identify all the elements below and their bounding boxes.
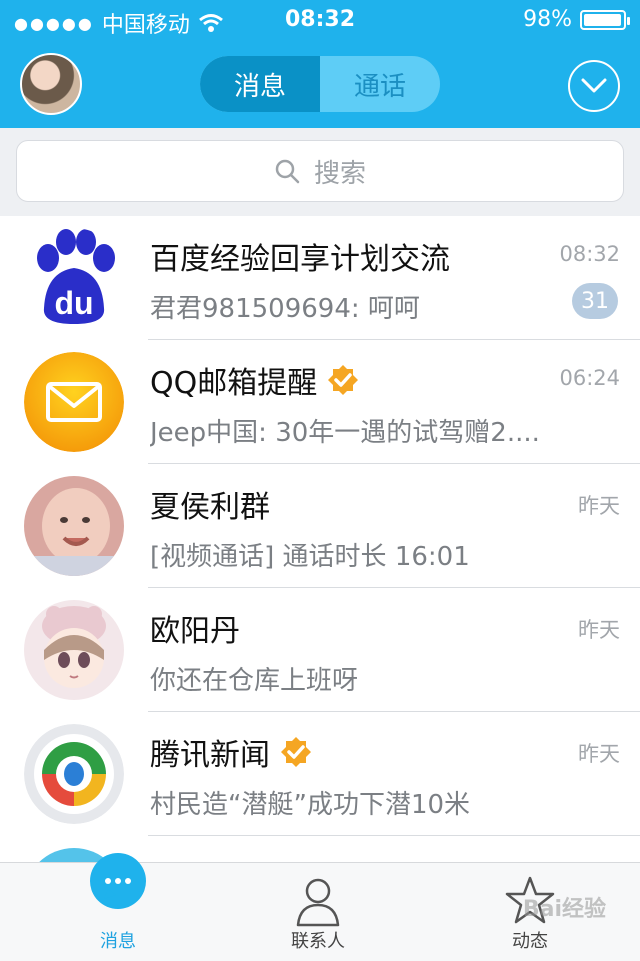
watermark-label: Bai经验 <box>522 897 606 922</box>
conversation-time: 昨天 <box>578 618 620 642</box>
tab-label: 联系人 <box>291 931 345 952</box>
conversation-row[interactable]: 欧阳丹 昨天 你还在仓库上班呀 <box>0 588 640 712</box>
header-bar: ●●●●● 中国移动 08:32 98% 消息 通话 <box>0 0 640 128</box>
more-menu-button[interactable] <box>568 60 620 112</box>
conversation-preview: 村民造“潜艇”成功下潜10米 <box>150 790 471 820</box>
tab-label: 动态 <box>512 931 548 952</box>
conversation-row[interactable]: du 百度经验回享计划交流 08:32 君君981509694: 呵呵 31 <box>0 216 640 340</box>
conversation-time: 08:32 <box>559 242 620 266</box>
conversation-name: QQ邮箱提醒 <box>150 366 318 401</box>
conversation-time: 昨天 <box>578 494 620 518</box>
anime-avatar <box>24 600 124 700</box>
tab-messages-bottom[interactable]: 消息 <box>48 853 188 961</box>
verified-icon <box>328 365 359 395</box>
conversation-preview: Jeep中国: 30年一遇的试驾赠2.... <box>150 418 540 448</box>
conversation-row[interactable]: 腾讯新闻 昨天 村民造“潜艇”成功下潜10米 <box>0 712 640 836</box>
conversation-row[interactable]: QQ邮箱提醒 06:24 Jeep中国: 30年一遇的试驾赠2.... <box>0 340 640 464</box>
my-avatar[interactable] <box>20 53 82 115</box>
conversation-time: 06:24 <box>559 366 620 390</box>
baby-photo-avatar <box>24 476 124 576</box>
search-placeholder: 搜索 <box>313 158 366 189</box>
message-call-switch[interactable]: 消息 通话 <box>200 56 440 112</box>
conversation-time: 昨天 <box>578 742 620 766</box>
search-input[interactable]: 搜索 <box>16 140 624 202</box>
person-icon <box>296 878 340 927</box>
unread-badge: 31 <box>572 283 618 319</box>
conversation-name: 欧阳丹 <box>150 614 240 649</box>
bottom-tab-bar: 消息 联系人 动态 Bai经验 <box>0 853 640 961</box>
search-icon <box>275 159 300 184</box>
conversation-row[interactable]: 夏侯利群 昨天 [视频通话] 通话时长 16:01 <box>0 464 640 588</box>
conversation-list: du 百度经验回享计划交流 08:32 君君981509694: 呵呵 31 Q… <box>0 216 640 836</box>
tencent-news-logo-avatar <box>24 724 124 824</box>
conversation-preview: [视频通话] 通话时长 16:01 <box>150 542 470 572</box>
chevron-down-icon <box>581 78 607 93</box>
conversation-name: 百度经验回享计划交流 <box>150 242 450 277</box>
tab-contacts[interactable]: 联系人 <box>248 863 388 961</box>
baidu-logo-avatar: du <box>24 228 124 328</box>
conversation-name: 夏侯利群 <box>150 490 270 525</box>
chat-bubble-icon <box>90 853 146 909</box>
battery-icon <box>580 9 630 30</box>
svg-text:du: du <box>54 285 93 321</box>
mail-icon-avatar <box>24 352 124 452</box>
verified-icon <box>281 737 311 767</box>
conversation-preview: 你还在仓库上班呀 <box>150 666 359 696</box>
tab-calls[interactable]: 通话 <box>320 56 440 112</box>
search-area: 搜索 <box>0 128 640 216</box>
status-bar: ●●●●● 中国移动 08:32 98% <box>0 0 640 40</box>
tab-messages[interactable]: 消息 <box>200 56 320 112</box>
tab-label: 消息 <box>100 931 136 952</box>
conversation-name: 腾讯新闻 <box>150 738 270 773</box>
battery-fill <box>584 13 621 26</box>
battery-percent: 98% <box>523 7 572 32</box>
conversation-preview: 君君981509694: 呵呵 <box>150 294 420 324</box>
